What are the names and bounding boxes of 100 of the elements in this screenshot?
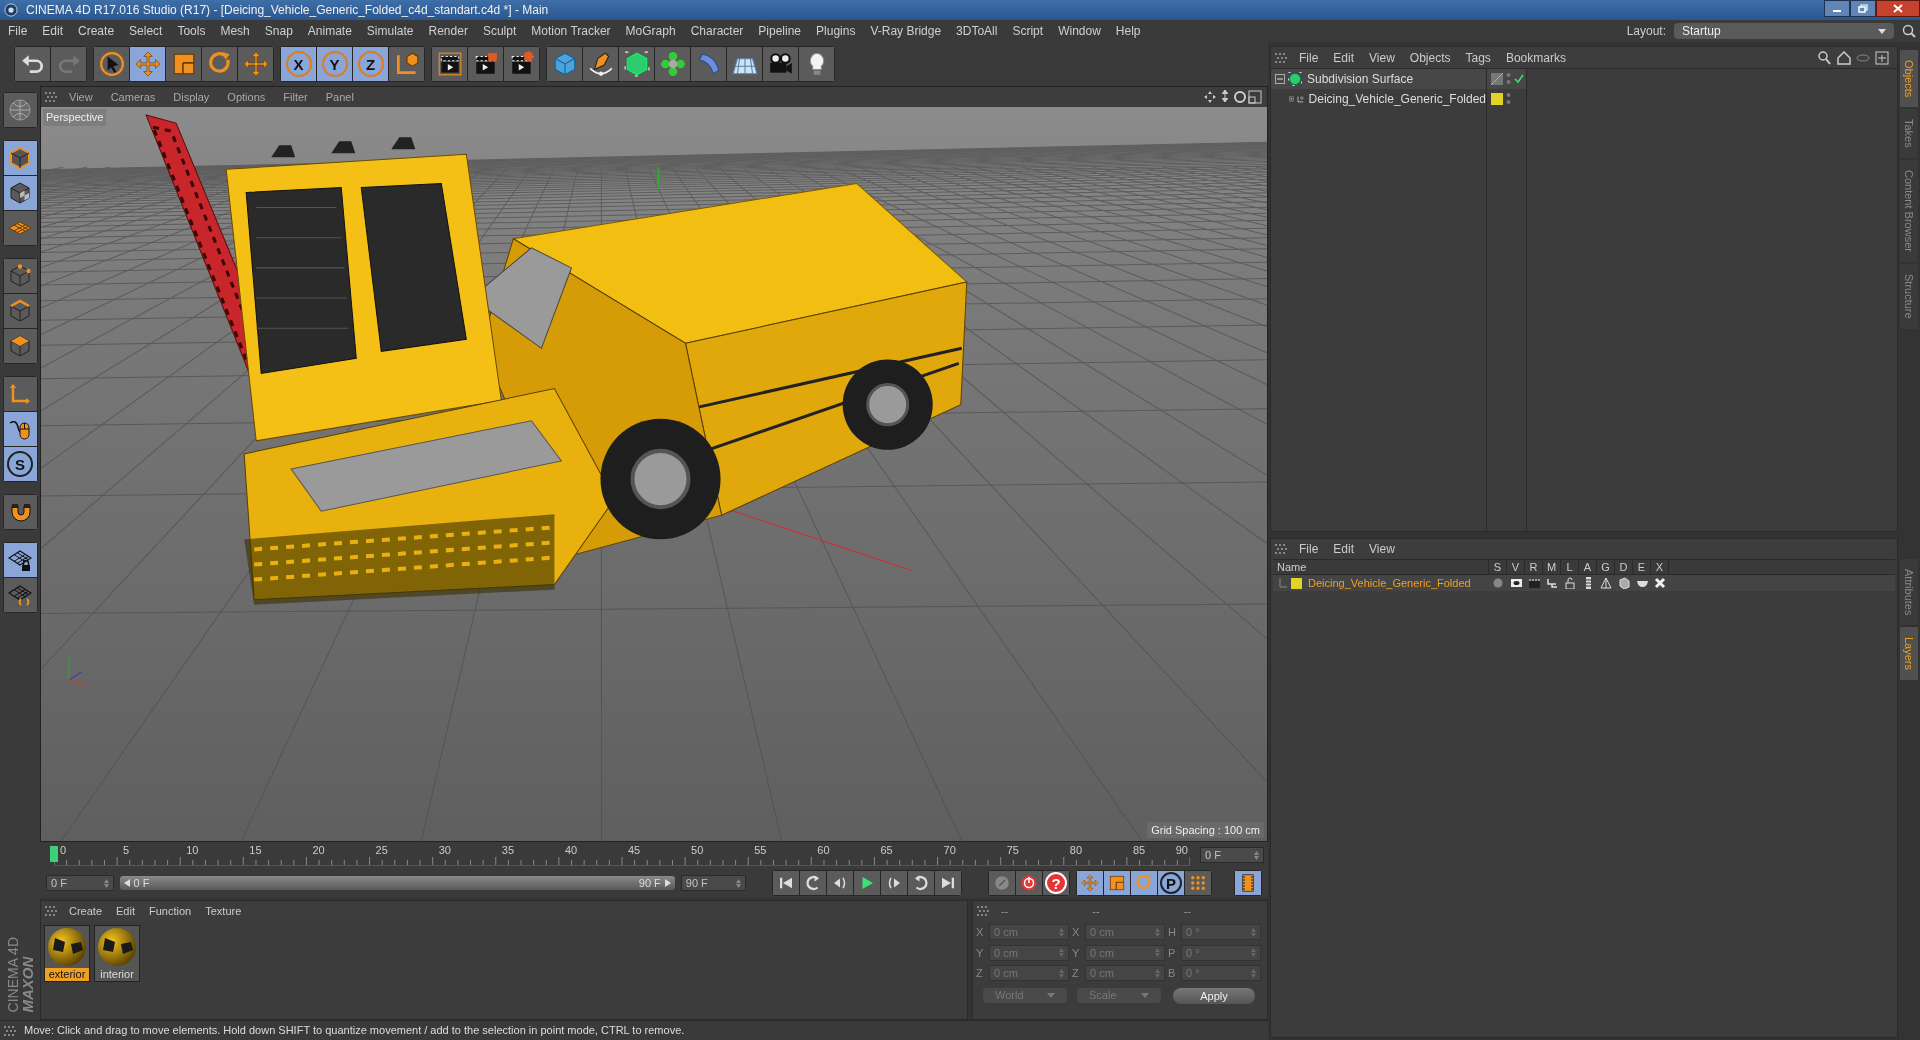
clapperboard-gear-button[interactable] <box>504 47 539 81</box>
skip-start-button[interactable] <box>773 871 800 895</box>
menu-item[interactable]: Animate <box>307 22 352 40</box>
menu-item[interactable]: Filter <box>283 88 308 106</box>
workplane-grid-button[interactable] <box>3 211 37 245</box>
menu-item[interactable]: Plugins <box>816 22 856 40</box>
grid-plane-button[interactable] <box>727 47 762 81</box>
menu-item[interactable]: Snap <box>264 22 293 40</box>
menu-item[interactable]: Options <box>227 88 266 106</box>
material-swatch[interactable]: interior <box>94 925 140 982</box>
autokey-button[interactable]: ? <box>1043 871 1070 895</box>
menu-item[interactable]: Character <box>690 22 744 40</box>
bent-shape-button[interactable] <box>691 47 726 81</box>
menu-item[interactable]: View <box>1369 48 1395 67</box>
axis-button[interactable]: X <box>281 47 316 81</box>
menu-item[interactable]: Simulate <box>366 22 414 40</box>
end-frame-field[interactable]: 90 F <box>680 875 747 891</box>
menu-item[interactable]: Script <box>1012 22 1044 40</box>
close-button[interactable] <box>1876 0 1920 17</box>
cube-points-button[interactable] <box>3 259 37 293</box>
sphere-cluster-button[interactable] <box>655 47 690 81</box>
menu-item[interactable]: Sculpt <box>482 22 517 40</box>
menu-item[interactable]: Create <box>78 22 115 40</box>
record-key-button[interactable] <box>989 871 1016 895</box>
scale-button[interactable] <box>166 47 201 81</box>
circular-arrow-left-button[interactable] <box>800 871 827 895</box>
checker-cube-button[interactable] <box>3 176 37 210</box>
menu-item[interactable]: Select <box>129 22 163 40</box>
skip-end-button[interactable] <box>935 871 962 895</box>
menu-item[interactable]: Pipeline <box>758 22 802 40</box>
range-slider[interactable]: 0 F 90 F <box>119 876 675 890</box>
hierarchy-icon[interactable] <box>1546 577 1558 589</box>
bent-cube-icon[interactable] <box>1618 577 1630 589</box>
axis-button[interactable] <box>3 377 37 411</box>
new-window-icon[interactable] <box>1875 50 1889 65</box>
start-frame-field[interactable]: 0 F <box>46 875 114 891</box>
menu-item[interactable]: Display <box>173 88 210 106</box>
grid-arrows-button[interactable] <box>3 578 37 612</box>
record-button[interactable] <box>1016 871 1043 895</box>
cube-edge-button[interactable] <box>3 294 37 328</box>
select-arrow-button[interactable] <box>94 47 129 81</box>
menu-item[interactable]: Bookmarks <box>1505 48 1566 67</box>
lock-icon[interactable] <box>1564 577 1576 589</box>
menu-item[interactable]: Create <box>69 902 103 920</box>
rotate-button[interactable] <box>202 47 237 81</box>
undo-button[interactable] <box>15 47 50 81</box>
menu-item[interactable]: Help <box>1115 22 1141 40</box>
menu-item[interactable]: View <box>69 88 93 106</box>
step-back-button[interactable] <box>827 871 854 895</box>
snap-button[interactable]: S <box>3 447 37 481</box>
current-frame-field[interactable]: 0 F <box>1200 847 1264 863</box>
rotate-button[interactable] <box>1131 871 1158 895</box>
restore-button[interactable] <box>1850 0 1876 17</box>
menu-item[interactable]: File <box>1299 540 1319 558</box>
pen-button[interactable] <box>583 47 618 81</box>
layer-color-swatch[interactable] <box>1491 93 1503 105</box>
layer-color-swatch[interactable] <box>1291 577 1302 589</box>
checkmark-icon[interactable] <box>1514 74 1524 84</box>
parameter-button[interactable]: P <box>1158 871 1185 895</box>
object-name[interactable]: Deicing_Vehicle_Generic_Folded <box>1308 90 1486 108</box>
scale-button[interactable] <box>1104 871 1131 895</box>
xref-icon[interactable] <box>1654 577 1666 589</box>
cube-face-button[interactable] <box>3 329 37 363</box>
coordinate-system-button[interactable] <box>389 47 424 81</box>
grid-lock-button[interactable] <box>3 543 37 577</box>
menu-item[interactable]: Texture <box>205 902 242 920</box>
subdivision-cube-button[interactable] <box>619 47 654 81</box>
step-forward-button[interactable] <box>881 871 908 895</box>
menu-item[interactable]: Edit <box>1333 540 1355 558</box>
search-icon[interactable] <box>1818 50 1832 65</box>
camera-button[interactable] <box>763 47 798 81</box>
menu-item[interactable]: File <box>8 22 28 40</box>
eye-icon[interactable] <box>1510 577 1522 589</box>
light-bulb-button[interactable] <box>799 47 834 81</box>
menu-item[interactable]: Function <box>149 902 192 920</box>
menu-item[interactable]: View <box>1369 540 1395 558</box>
home-icon[interactable] <box>1837 50 1851 65</box>
menu-item[interactable]: Cameras <box>110 88 156 106</box>
layout-dropdown[interactable]: Startup <box>1674 23 1894 39</box>
solo-dot-icon[interactable] <box>1492 577 1504 589</box>
globe-cube-button[interactable] <box>3 93 37 127</box>
menu-item[interactable]: Render <box>428 22 468 40</box>
minimize-button[interactable] <box>1824 0 1850 17</box>
collapse-icon[interactable] <box>1275 74 1285 84</box>
crosshair-arrows-button[interactable] <box>238 47 273 81</box>
menu-item[interactable]: 3DToAll <box>956 22 998 40</box>
clapperboard-button[interactable] <box>432 47 467 81</box>
menu-item[interactable]: Motion Tracker <box>531 22 611 40</box>
apply-button[interactable]: Apply <box>1173 987 1255 1004</box>
clapperboard-button[interactable] <box>468 47 503 81</box>
cube-button[interactable] <box>3 141 37 175</box>
menu-item[interactable]: Edit <box>42 22 64 40</box>
menu-item[interactable]: Edit <box>1333 48 1355 67</box>
menu-item[interactable]: MoGraph <box>625 22 676 40</box>
menu-item[interactable]: Window <box>1058 22 1101 40</box>
menu-item[interactable]: Tools <box>177 22 206 40</box>
menu-item[interactable]: Mesh <box>220 22 250 40</box>
play-button[interactable] <box>854 871 881 895</box>
axis-button[interactable]: Z <box>353 47 388 81</box>
circular-arrow-right-button[interactable] <box>908 871 935 895</box>
